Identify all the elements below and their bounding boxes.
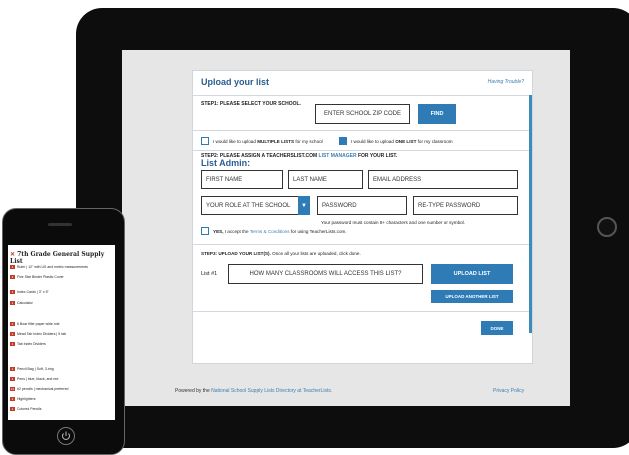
directory-link[interactable]: National School Supply Lists Directory a… xyxy=(211,388,332,394)
chevron-down-icon: ▼ xyxy=(301,202,307,209)
tablet-home-button[interactable] xyxy=(597,217,617,237)
divider xyxy=(193,150,529,151)
phone-speaker xyxy=(48,223,72,226)
having-trouble-link[interactable]: Having Trouble? xyxy=(488,79,524,85)
list-item: 1 Mead Tab Index Dividers | 5 tab xyxy=(10,332,67,337)
zip-code-input[interactable]: ENTER SCHOOL ZIP CODE xyxy=(315,104,410,124)
upload-another-list-button[interactable]: UPLOAD ANOTHER LIST xyxy=(431,290,513,303)
classrooms-input[interactable]: HOW MANY CLASSROOMS WILL ACCESS THIS LIS… xyxy=(228,264,423,284)
role-select-value: YOUR ROLE AT THE SCHOOL xyxy=(206,202,291,209)
divider xyxy=(193,311,529,312)
list-admin-heading: List Admin: xyxy=(201,158,251,168)
divider xyxy=(193,244,529,245)
done-button[interactable]: DONE xyxy=(481,321,513,335)
password-hint: Your password must contain 8+ characters… xyxy=(321,220,465,225)
role-select[interactable]: YOUR ROLE AT THE SCHOOL xyxy=(201,196,309,215)
list-item: 1 Colored Pencils xyxy=(10,407,42,412)
tablet-screen: Upload your list Having Trouble? STEP1: … xyxy=(122,50,570,406)
step1-label: STEP1: PLEASE SELECT YOUR SCHOOL. xyxy=(201,101,301,107)
list-item: 1 Tab Index Dividers xyxy=(10,342,46,347)
list-item: 1 Ruler | 12" with US and metric measurem… xyxy=(10,265,88,270)
list-item: 1 Calculator xyxy=(10,301,33,306)
upload-form: Upload your list Having Trouble? STEP1: … xyxy=(192,70,533,364)
terms-checkbox[interactable] xyxy=(201,227,209,235)
list-item: 12 #2 pencils | mechanical preferred xyxy=(10,387,69,392)
phone-screen: ✕ 7th Grade General Supply List 1 Ruler |… xyxy=(8,245,115,420)
multiple-lists-label: I would like to upload MULTIPLE LISTS fo… xyxy=(213,139,323,144)
first-name-input[interactable]: FIRST NAME xyxy=(201,170,283,189)
powered-by-text: Powered by the National School Supply Li… xyxy=(175,388,333,394)
form-title: Upload your list xyxy=(201,77,270,87)
find-button[interactable]: FIND xyxy=(418,104,456,124)
list-number-label: List #1 xyxy=(201,271,218,277)
list-manager-link[interactable]: LIST MANAGER xyxy=(319,153,357,159)
list-item: 2 Highlighters xyxy=(10,397,36,402)
retype-password-input[interactable]: RE-TYPE PASSWORD xyxy=(413,196,518,215)
list-item: 1 Pencil Bag | Soft, 3-ring xyxy=(10,367,54,372)
one-list-checkbox[interactable] xyxy=(339,137,347,145)
terms-link[interactable]: Terms & Conditions xyxy=(250,229,290,234)
divider xyxy=(193,130,529,131)
role-dropdown-button[interactable]: ▼ xyxy=(298,196,310,215)
phone-list-title: ✕ 7th Grade General Supply List xyxy=(10,251,105,265)
last-name-input[interactable]: LAST NAME xyxy=(288,170,363,189)
upload-list-button[interactable]: UPLOAD LIST xyxy=(431,264,513,284)
form-accent-bar xyxy=(529,95,532,333)
email-input[interactable]: EMAIL ADDRESS xyxy=(368,170,518,189)
divider xyxy=(193,95,529,96)
terms-label: YES, I accept the Terms & Conditions for… xyxy=(213,229,347,234)
list-item: 26 Boar filler paper wide rule xyxy=(10,322,60,327)
power-icon xyxy=(62,431,70,440)
list-item: 1 Index Cards | 3" x 5" xyxy=(10,290,49,295)
password-input[interactable]: PASSWORD xyxy=(317,196,407,215)
multiple-lists-checkbox[interactable] xyxy=(201,137,209,145)
one-list-label: I would like to upload ONE LIST for my c… xyxy=(351,139,453,144)
phone-home-button[interactable] xyxy=(57,427,75,445)
privacy-policy-link[interactable]: Privacy Policy xyxy=(493,388,524,394)
list-icon: ✕ xyxy=(10,251,16,258)
list-item: 2 Five Star Binder Plastic Cover xyxy=(10,275,64,280)
list-item: 1 Pens | blue, black, and red xyxy=(10,377,59,382)
step3-label: STEP3: UPLOAD YOUR LIST(S). Once all you… xyxy=(201,251,361,256)
